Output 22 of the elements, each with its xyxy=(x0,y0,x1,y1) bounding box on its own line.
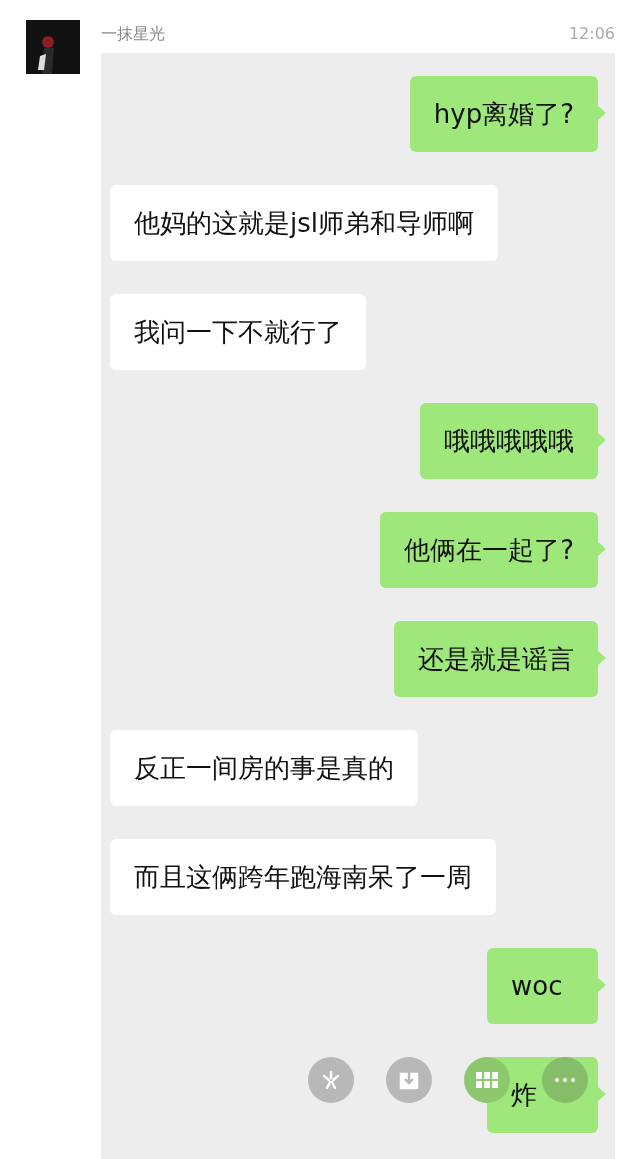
contact-name: 一抹星光 xyxy=(101,23,165,45)
received-message: 反正一间房的事是真的 xyxy=(110,730,418,806)
bubble-tail xyxy=(598,1087,606,1101)
download-icon xyxy=(399,1070,419,1090)
sent-message: woc xyxy=(487,948,598,1024)
sent-message: 哦哦哦哦哦 xyxy=(420,403,598,479)
received-message: 他妈的这就是jsl师弟和导师啊 xyxy=(110,185,498,261)
received-message: 我问一下不就行了 xyxy=(110,294,366,370)
bubble-tail xyxy=(598,978,606,992)
sent-message: hyp离婚了? xyxy=(409,76,598,152)
bubble-tail xyxy=(598,651,606,665)
bubble-tail xyxy=(598,542,606,556)
sent-message: 还是就是谣言 xyxy=(394,621,598,697)
avatar-icon xyxy=(26,20,80,74)
more-icon xyxy=(555,1078,575,1082)
message-time: 12:06 xyxy=(568,23,615,45)
received-message: 而且这俩跨年跑海南呆了一周 xyxy=(110,839,496,915)
bubble-tail xyxy=(598,106,606,120)
bubble-tail xyxy=(598,433,606,447)
sent-message: 他俩在一起了? xyxy=(380,512,598,588)
sparkle-icon xyxy=(321,1070,341,1090)
grid-icon xyxy=(476,1072,498,1088)
